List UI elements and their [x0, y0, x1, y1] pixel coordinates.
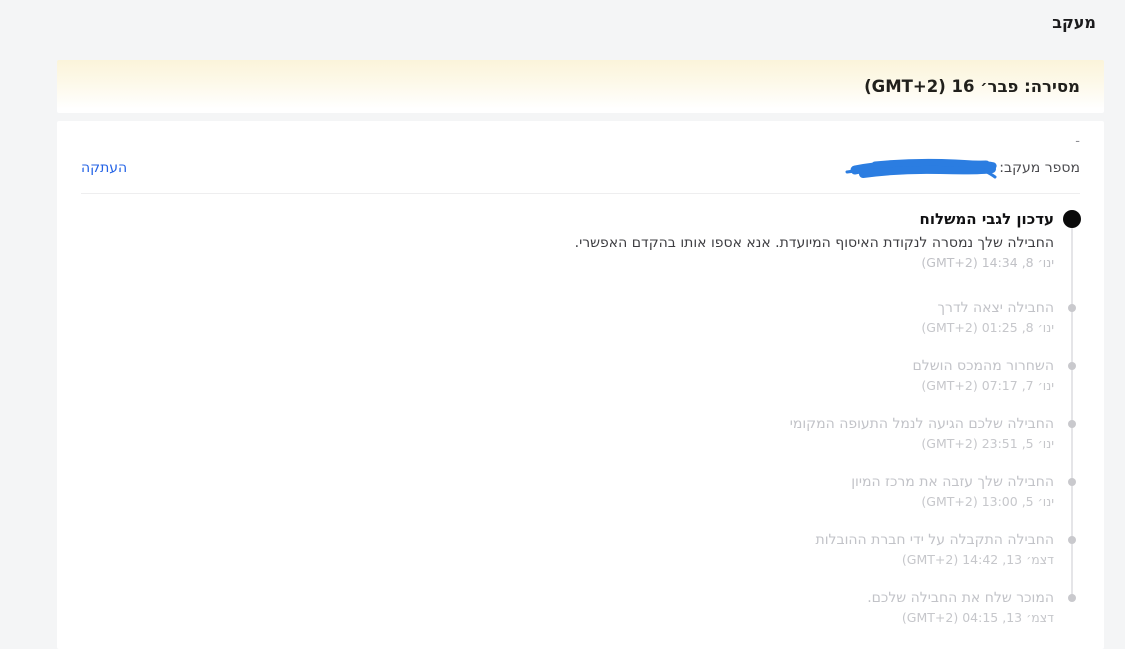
- tracking-card: - מספר מעקב: העתקה עדכון לגבי המשלוח החב…: [57, 121, 1104, 649]
- placeholder-dash: -: [1075, 134, 1080, 149]
- redacted-tracking-number-scribble: [845, 158, 997, 178]
- timeline-entry: החבילה שלכם הגיעה לנמל התעופה המקומי ינו…: [81, 414, 1080, 454]
- timeline-entry-title: החבילה שלך עזבה את מרכז המיון: [851, 474, 1054, 490]
- timeline-entry-title: המוכר שלח את החבילה שלכם.: [867, 590, 1054, 606]
- step-dot-icon: [1068, 420, 1076, 428]
- timeline-entry-timestamp: ינו׳ 5, 13:00 (GMT+2): [921, 494, 1054, 509]
- step-dot-icon: [1068, 478, 1076, 486]
- tracking-page: { "page": { "title": "מעקב" }, "banner":…: [0, 0, 1125, 649]
- timeline-entry: החבילה שלך עזבה את מרכז המיון ינו׳ 5, 13…: [81, 472, 1080, 512]
- timeline-entry-timestamp: דצמ׳ 13, 04:15 (GMT+2): [901, 610, 1054, 625]
- timeline-entry: המוכר שלח את החבילה שלכם. דצמ׳ 13, 04:15…: [81, 588, 1080, 628]
- timeline-entry: החבילה התקבלה על ידי חברת ההובלות דצמ׳ 1…: [81, 530, 1080, 570]
- timeline-entry-timestamp: ינו׳ 8, 14:34 (GMT+2): [921, 255, 1054, 270]
- timeline-entry: השחרור מהמכס הושלם ינו׳ 7, 07:17 (GMT+2): [81, 356, 1080, 396]
- tracking-number-label: מספר מעקב:: [999, 160, 1080, 176]
- shipment-timeline: עדכון לגבי המשלוח החבילה שלך נמסרה לנקוד…: [81, 208, 1081, 628]
- timeline-entry-timestamp: ינו׳ 8, 01:25 (GMT+2): [921, 320, 1054, 335]
- timeline-entry-title: השחרור מהמכס הושלם: [912, 358, 1054, 374]
- step-dot-icon: [1068, 536, 1076, 544]
- page-title: מעקב: [1052, 13, 1096, 32]
- timeline-entry-title: החבילה התקבלה על ידי חברת ההובלות: [815, 532, 1055, 548]
- timeline-entry-title: החבילה יצאה לדרך: [937, 300, 1054, 316]
- step-dot-icon: [1068, 304, 1076, 312]
- timeline-entry-timestamp: דצמ׳ 13, 14:42 (GMT+2): [901, 552, 1054, 567]
- timeline-entry-title: עדכון לגבי המשלוח: [919, 210, 1054, 228]
- timeline-entry-current: עדכון לגבי המשלוח החבילה שלך נמסרה לנקוד…: [81, 208, 1081, 272]
- divider: [81, 193, 1080, 194]
- step-dot-icon: [1068, 362, 1076, 370]
- timeline-entry-body: החבילה שלך נמסרה לנקודת האיסוף המיועדת. …: [574, 235, 1054, 251]
- timeline-entry-timestamp: ינו׳ 7, 07:17 (GMT+2): [921, 378, 1054, 393]
- timeline-entry: החבילה יצאה לדרך ינו׳ 8, 01:25 (GMT+2): [81, 298, 1080, 338]
- tracking-number-group: מספר מעקב:: [845, 156, 1080, 181]
- delivery-banner: מסירה: פבר׳ 16 (GMT+2): [57, 60, 1104, 113]
- active-step-dot-icon: [1063, 210, 1081, 228]
- tracking-number-row: מספר מעקב: העתקה: [81, 156, 1080, 180]
- copy-tracking-number-link[interactable]: העתקה: [81, 160, 127, 176]
- delivery-estimate-text: מסירה: פבר׳ 16 (GMT+2): [864, 77, 1080, 96]
- step-dot-icon: [1068, 594, 1076, 602]
- timeline-entry-timestamp: ינו׳ 5, 23:51 (GMT+2): [921, 436, 1054, 451]
- timeline-entry-title: החבילה שלכם הגיעה לנמל התעופה המקומי: [789, 416, 1054, 432]
